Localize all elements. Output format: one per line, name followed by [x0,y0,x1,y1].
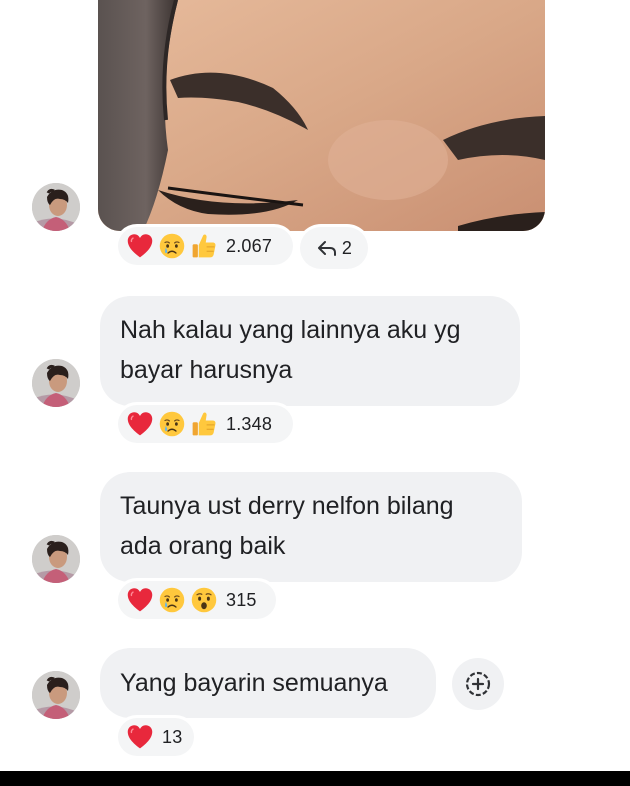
heart-icon [126,410,154,438]
reaction-count: 2.067 [226,235,273,256]
sender-avatar[interactable] [32,535,80,583]
avatar-image [32,535,80,583]
reply-arrow-icon [317,241,336,256]
reply-count: 2 [341,237,353,258]
heart-icon [126,723,154,751]
crying-face-icon [158,586,186,614]
message-text-line: bayar harusnya [120,356,293,384]
message-text-line: Taunya ust derry nelfon bilang [120,492,454,520]
reaction-count: 315 [226,589,257,610]
crying-face-icon [158,410,186,438]
shared-photo[interactable] [98,0,545,231]
bottom-edge-bar [0,771,630,786]
reaction-count: 1.348 [226,413,273,434]
reaction-summary[interactable]: 13 [118,718,194,756]
message-text-line: Yang bayarin semuanya [120,669,388,697]
message-bubble[interactable]: Yang bayarin semuanya [100,648,436,718]
avatar-image [32,671,80,719]
message-bubble[interactable]: Taunya ust derry nelfon bilang ada orang… [100,472,522,582]
sender-avatar[interactable] [32,671,80,719]
surprised-face-icon [190,586,218,614]
heart-icon [126,586,154,614]
reaction-summary[interactable]: 1.348 [118,405,293,443]
message-bubble[interactable]: Nah kalau yang lainnya aku yg bayar haru… [100,296,520,406]
crying-face-icon [158,232,186,260]
reaction-summary[interactable]: 315 [118,581,276,619]
message-text-line: ada orang baik [120,532,286,560]
photo-image [98,0,545,231]
reaction-count: 13 [162,726,183,747]
avatar-image [32,359,80,407]
heart-icon [126,232,154,260]
reaction-summary[interactable]: 2.067 [118,227,293,265]
add-circle-icon [465,671,491,697]
avatar-image [32,183,80,231]
thumbs-up-icon [190,410,218,438]
sender-avatar[interactable] [32,359,80,407]
message-text-line: Nah kalau yang lainnya aku yg [120,316,461,344]
add-reaction-button[interactable] [452,658,504,710]
thumbs-up-icon [190,232,218,260]
sender-avatar[interactable] [32,183,80,231]
replies-button[interactable]: 2 [300,227,368,269]
